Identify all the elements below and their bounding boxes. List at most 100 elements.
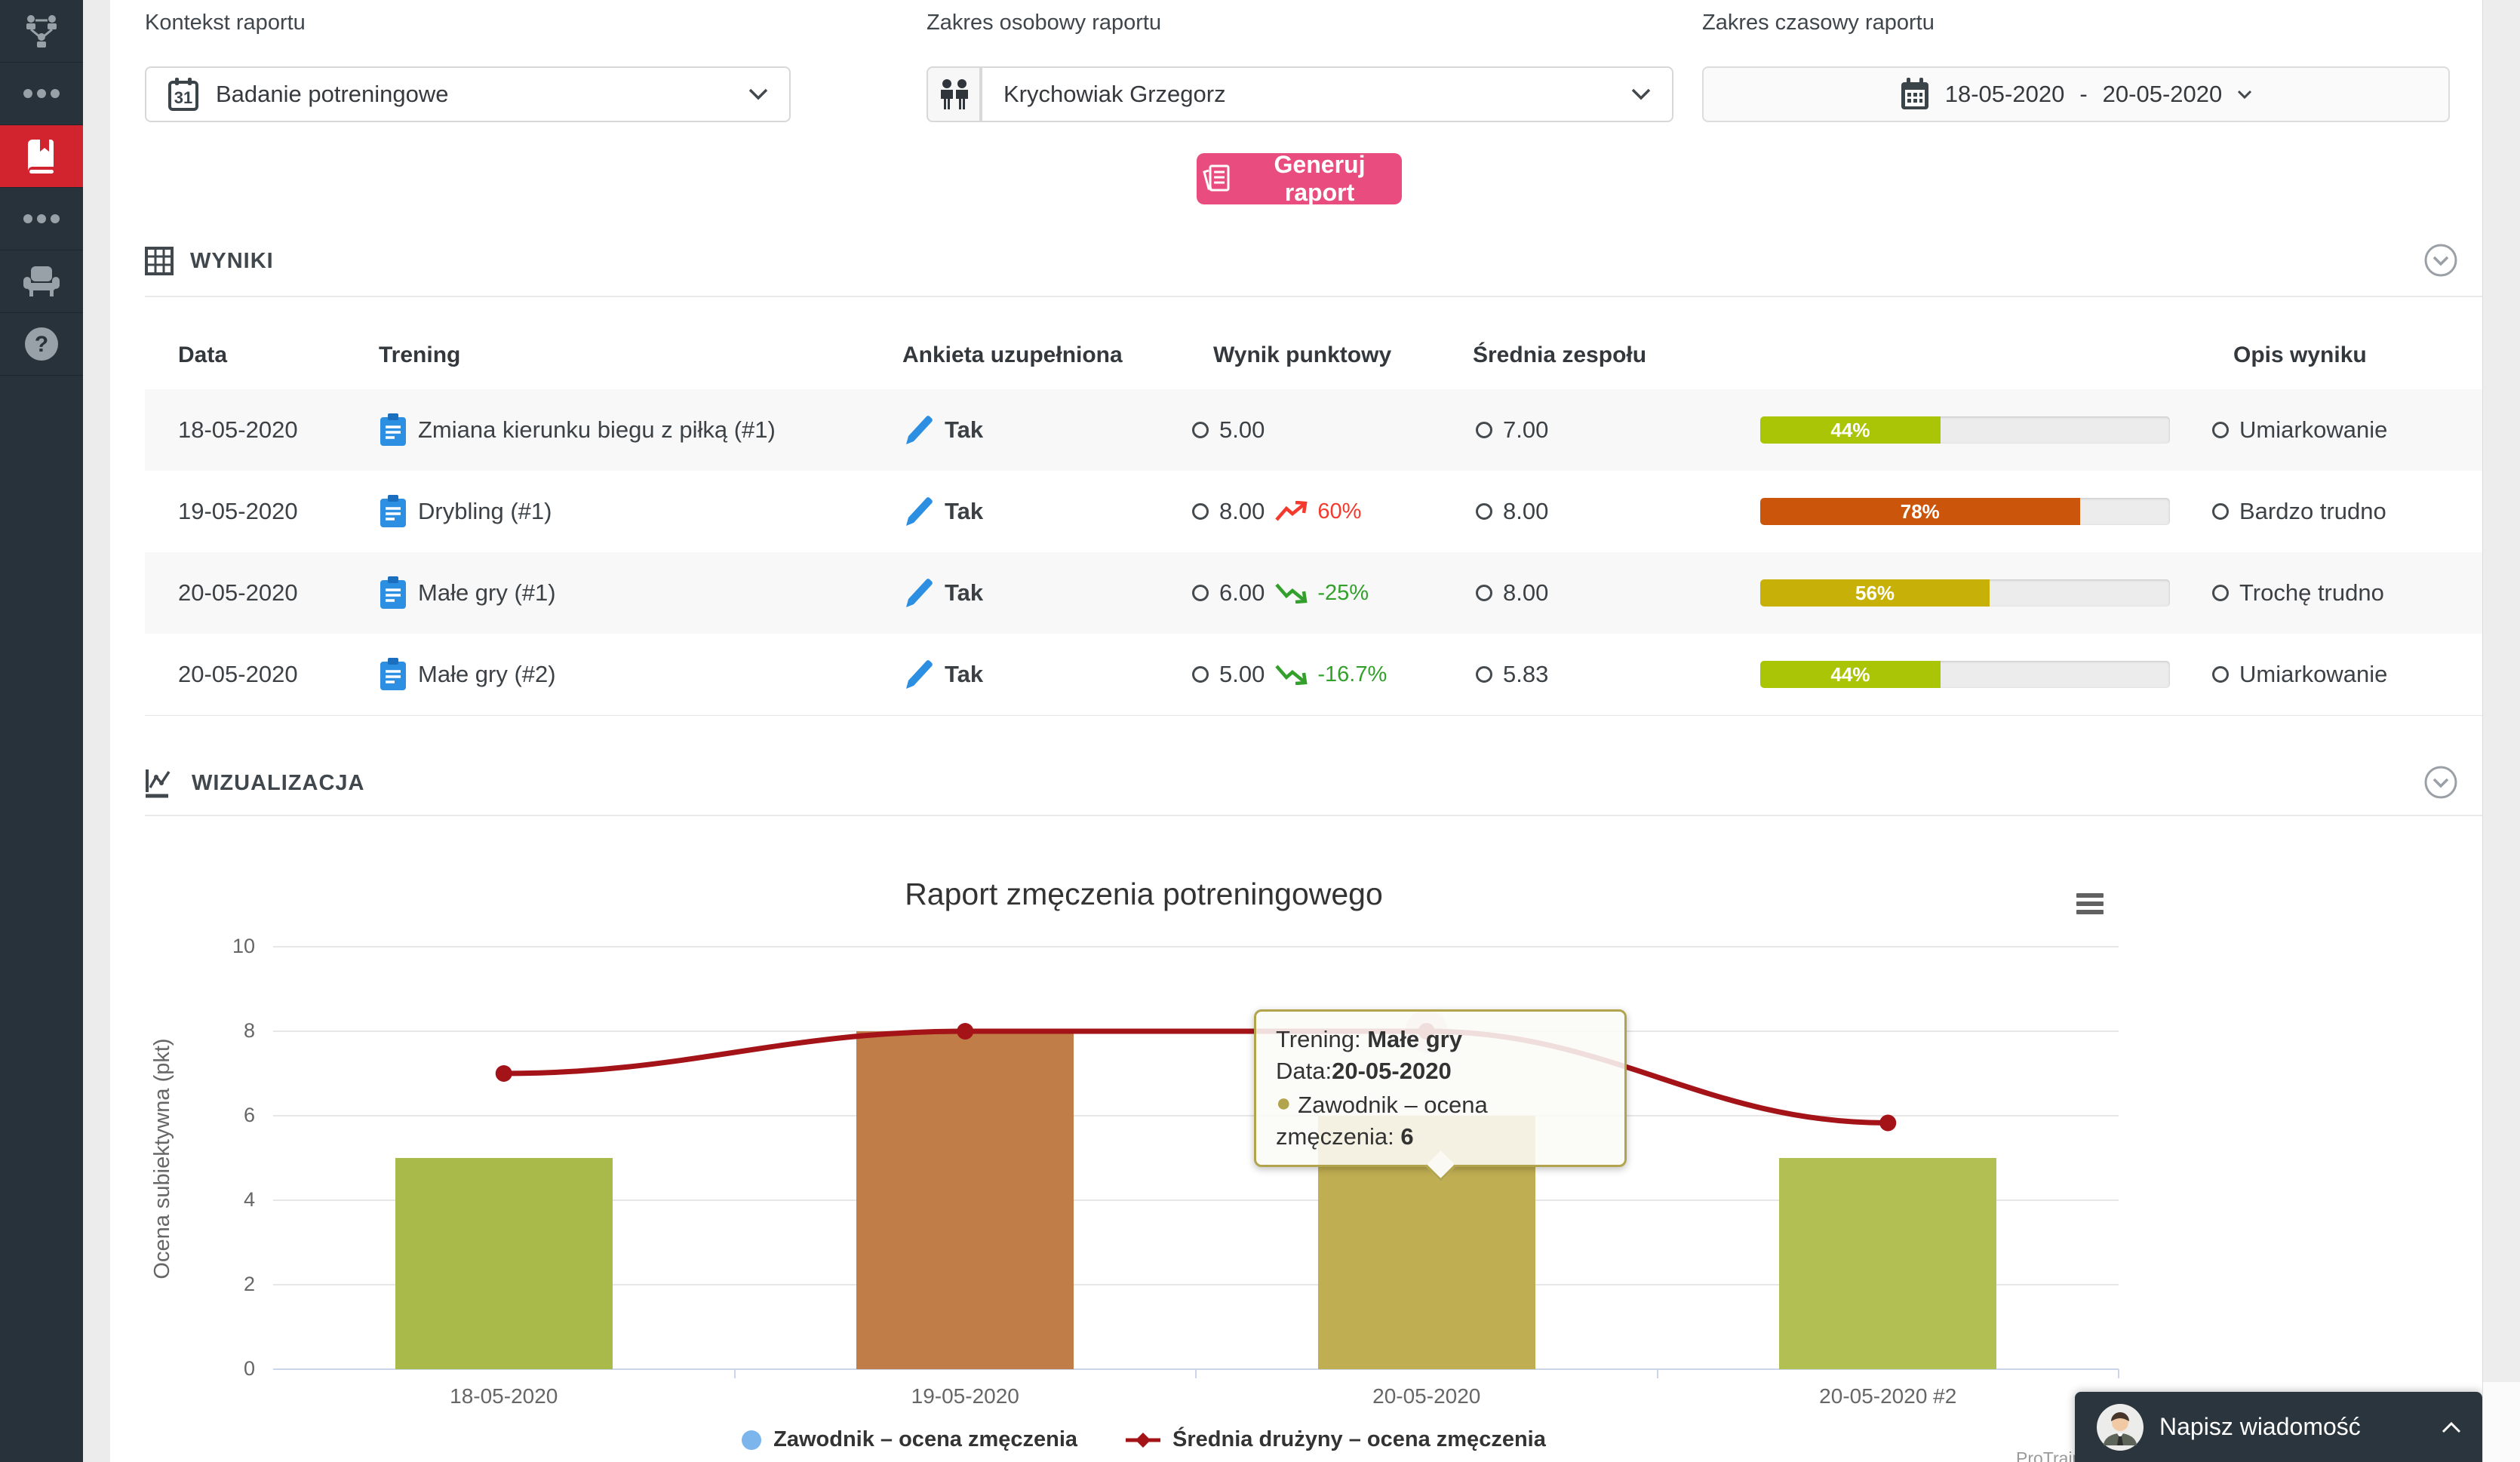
pencil-icon[interactable] <box>902 413 934 447</box>
trend: -25% <box>1275 581 1369 606</box>
pencil-icon[interactable] <box>902 658 934 691</box>
sidebar-item-more-2[interactable] <box>0 188 83 250</box>
survey-value: Tak <box>945 416 983 444</box>
progress-track: 56% <box>1760 579 2170 607</box>
col-wynik: Wynik punktowy <box>1213 342 1391 368</box>
x-tick-mark <box>734 1369 736 1378</box>
date-cell: 18-05-2020 <box>178 389 298 471</box>
results-section-title: WYNIKI <box>190 249 274 274</box>
person-select[interactable]: Krychowiak Grzegorz <box>981 66 1673 122</box>
y-tick-label: 0 <box>208 1357 255 1381</box>
score-cell: 8.00 60% <box>1192 471 1361 552</box>
trend: 60% <box>1275 499 1361 524</box>
date-cell: 20-05-2020 <box>178 552 298 634</box>
legend-item-player[interactable]: Zawodnik – ocena zmęczenia <box>742 1427 1077 1452</box>
y-tick-label: 6 <box>208 1104 255 1127</box>
training-name[interactable]: Drybling (#1) <box>418 498 552 525</box>
progress-label: 56% <box>1855 582 1895 605</box>
training-cell[interactable]: Drybling (#1) <box>379 471 552 552</box>
book-icon <box>23 137 60 176</box>
tooltip-line2-label: Data: <box>1276 1058 1332 1084</box>
progress-label: 78% <box>1901 500 1940 524</box>
col-srednia: Średnia zespołu <box>1473 342 1646 368</box>
survey-cell: Tak <box>902 389 983 471</box>
y-tick-label: 8 <box>208 1019 255 1043</box>
tooltip-line3-value: 6 <box>1400 1123 1413 1150</box>
results-collapse-button[interactable] <box>2423 243 2458 278</box>
period-separator: - <box>2079 81 2087 108</box>
sidebar-item-reports[interactable] <box>0 125 83 188</box>
gridline <box>273 1030 2119 1032</box>
training-cell[interactable]: Małe gry (#2) <box>379 634 556 715</box>
trend: -16.7% <box>1275 662 1387 687</box>
results-divider <box>145 296 2482 297</box>
progress-cell: 44% <box>1760 389 2170 471</box>
desc-cell: Umiarkowanie <box>2212 389 2387 471</box>
pencil-icon[interactable] <box>902 576 934 610</box>
trend-down-icon <box>1275 664 1308 685</box>
clipboard-icon <box>379 657 407 692</box>
generate-report-button[interactable]: Generuj raport <box>1197 153 1402 204</box>
training-name[interactable]: Małe gry (#2) <box>418 661 556 688</box>
message-panel-label: Napisz wiadomość <box>2159 1413 2426 1441</box>
bullet-icon <box>1192 585 1209 601</box>
chart-legend: Zawodnik – ocena zmęczenia Średnia druży… <box>145 1427 2143 1452</box>
col-data: Data <box>178 342 227 368</box>
team-avg-value: 8.00 <box>1503 498 1548 525</box>
y-tick-label: 2 <box>208 1273 255 1296</box>
gridline <box>273 1115 2119 1116</box>
training-cell[interactable]: Małe gry (#1) <box>379 552 556 634</box>
desc-cell: Umiarkowanie <box>2212 634 2387 715</box>
team-avg-cell: 5.83 <box>1476 634 1548 715</box>
bar-19-05-2020[interactable] <box>856 1031 1074 1369</box>
training-cell[interactable]: Zmiana kierunku biegu z piłką (#1) <box>379 389 776 471</box>
context-select[interactable]: 31 Badanie potreningowe <box>145 66 791 122</box>
x-tick-mark <box>1657 1369 1658 1378</box>
bar-18-05-2020[interactable] <box>395 1158 613 1369</box>
score-value: 5.00 <box>1219 416 1265 444</box>
legend-marker-circle <box>742 1430 761 1450</box>
context-value: Badanie potreningowe <box>216 81 732 108</box>
chart-tooltip: Trening: Małe gry Data:20-05-2020 ● Zawo… <box>1254 1009 1627 1167</box>
tooltip-bullet: ● <box>1276 1089 1292 1117</box>
fatigue-chart: Raport zmęczenia potreningowego Ocena su… <box>145 837 2143 1462</box>
page: ? Kontekst raportu 31 Badanie potreningo… <box>0 0 2520 1462</box>
table-icon <box>145 247 174 275</box>
viz-collapse-button[interactable] <box>2423 765 2458 800</box>
message-panel[interactable]: Napisz wiadomość <box>2075 1392 2482 1462</box>
tooltip-line1-label: Trening: <box>1276 1026 1367 1052</box>
people-icon <box>937 78 970 111</box>
scrollbar-track[interactable] <box>2482 0 2520 1462</box>
scrollbar-bottom <box>2483 1382 2520 1462</box>
y-tick-label: 10 <box>208 935 255 958</box>
calendar-31-icon: 31 <box>167 77 199 112</box>
period-select[interactable]: 18-05-2020 - 20-05-2020 <box>1702 66 2450 122</box>
legend-item-team[interactable]: Średnia drużyny – ocena zmęczenia <box>1126 1427 1546 1452</box>
survey-value: Tak <box>945 498 983 525</box>
pencil-icon[interactable] <box>902 495 934 528</box>
sidebar-item-structure[interactable] <box>0 0 83 63</box>
training-name[interactable]: Zmiana kierunku biegu z piłką (#1) <box>418 416 776 444</box>
desc-value: Umiarkowanie <box>2239 416 2387 444</box>
x-tick-label: 20-05-2020 <box>1196 1384 1658 1408</box>
training-name[interactable]: Małe gry (#1) <box>418 579 556 607</box>
bar-20-05-2020 #2[interactable] <box>1779 1158 1996 1369</box>
sidebar-item-club[interactable] <box>0 250 83 313</box>
sidebar-gap <box>83 0 110 1462</box>
x-tick-label: 19-05-2020 <box>735 1384 1197 1408</box>
progress-track: 78% <box>1760 498 2170 525</box>
sidebar-item-more-1[interactable] <box>0 63 83 125</box>
x-tick-mark <box>2118 1369 2119 1378</box>
gridline <box>273 946 2119 948</box>
table-header: Data Trening Ankieta uzupełniona Wynik p… <box>145 324 2482 391</box>
trend-down-icon <box>1275 582 1308 604</box>
col-opis: Opis wyniku <box>2233 342 2367 368</box>
bullet-icon <box>1192 666 1209 683</box>
survey-cell: Tak <box>902 471 983 552</box>
person-addon <box>927 66 981 122</box>
chevron-down-icon <box>2237 90 2252 100</box>
sidebar-item-help[interactable]: ? <box>0 313 83 376</box>
survey-value: Tak <box>945 661 983 688</box>
progress-cell: 78% <box>1760 471 2170 552</box>
team-avg-value: 8.00 <box>1503 579 1548 607</box>
